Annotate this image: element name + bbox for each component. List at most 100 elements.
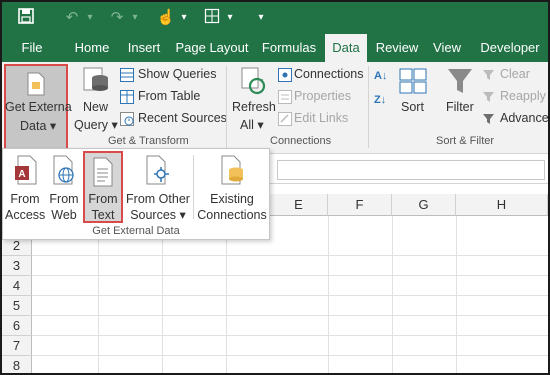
from-table-label: From Table xyxy=(138,89,201,103)
show-queries-label: Show Queries xyxy=(138,67,217,81)
redo-dropdown-icon[interactable]: ▾ xyxy=(129,8,141,28)
borders-icon[interactable] xyxy=(202,8,222,28)
connections-icon xyxy=(278,68,292,82)
new-query-label-2: Query ▾ xyxy=(74,118,118,132)
edit-links-button: Edit Links xyxy=(278,110,362,128)
from-access-label-2: Access xyxy=(5,208,46,222)
sort-filter-group-label: Sort & Filter xyxy=(436,135,495,147)
filter-button[interactable]: Filter xyxy=(442,64,478,134)
get-external-data-label-1: Get Externa xyxy=(5,100,72,114)
gridline xyxy=(32,255,548,256)
gridline xyxy=(32,315,548,316)
formula-input[interactable] xyxy=(277,160,545,180)
row-header-4[interactable]: 4 xyxy=(2,276,32,296)
recent-sources-label: Recent Sources xyxy=(138,111,227,125)
sort-icon xyxy=(399,68,427,97)
reapply-label: Reapply xyxy=(500,89,546,103)
tab-review[interactable]: Review xyxy=(372,34,422,62)
sort-az-button[interactable]: A↓ xyxy=(374,68,394,88)
existing-connections-button[interactable]: Existing Connections xyxy=(197,151,267,223)
text-file-icon xyxy=(92,157,114,191)
properties-button: Properties xyxy=(278,88,362,106)
connections-button[interactable]: Connections xyxy=(278,66,368,84)
recent-sources-icon xyxy=(120,112,134,126)
refresh-all-button[interactable]: Refresh All ▾ xyxy=(230,64,276,134)
show-queries-button[interactable]: Show Queries xyxy=(120,66,220,84)
from-other-sources-label-2: Sources ▾ xyxy=(130,208,186,222)
from-access-button[interactable]: A From Access xyxy=(5,151,45,223)
connections-label: Connections xyxy=(294,67,364,81)
recent-sources-button[interactable]: Recent Sources xyxy=(120,110,227,128)
sort-button[interactable]: Sort xyxy=(396,64,430,134)
from-table-icon xyxy=(120,90,134,104)
touch-dropdown-icon[interactable]: ▾ xyxy=(178,8,190,28)
existing-connections-label-1: Existing xyxy=(210,192,254,206)
row-header-8[interactable]: 8 xyxy=(2,356,32,373)
column-header-g[interactable]: G xyxy=(392,194,456,216)
existing-connections-icon xyxy=(220,155,246,189)
advanced-label: Advanced xyxy=(500,111,549,125)
filter-label: Filter xyxy=(446,100,474,114)
row-header-5[interactable]: 5 xyxy=(2,296,32,316)
from-web-label-2: Web xyxy=(51,208,77,222)
filter-icon xyxy=(446,66,474,99)
clear-filter-icon xyxy=(482,68,496,82)
tab-developer[interactable]: Developer xyxy=(474,34,546,62)
tab-page-layout[interactable]: Page Layout xyxy=(172,34,252,62)
sort-za-button[interactable]: Z↓ xyxy=(374,92,394,112)
column-header-h[interactable]: H xyxy=(456,194,548,216)
sort-label: Sort xyxy=(401,100,424,114)
gridline xyxy=(32,335,548,336)
external-data-icon xyxy=(26,72,46,99)
svg-text:A: A xyxy=(18,169,25,180)
group-separator xyxy=(368,66,369,148)
refresh-all-label-2: All ▾ xyxy=(240,118,264,132)
from-other-sources-button[interactable]: From Other Sources ▾ xyxy=(125,151,191,223)
properties-label: Properties xyxy=(294,89,351,103)
get-external-data-group-label: Get External Data xyxy=(92,225,180,237)
from-web-button[interactable]: From Web xyxy=(47,151,81,223)
borders-dropdown-icon[interactable]: ▾ xyxy=(224,8,236,28)
web-icon xyxy=(52,155,76,189)
get-external-data-label-2: Data ▾ xyxy=(20,119,57,133)
from-text-label-1: From xyxy=(88,192,118,206)
advanced-button[interactable]: Advanced xyxy=(482,110,548,128)
tab-view[interactable]: View xyxy=(427,34,467,62)
tab-file[interactable]: File xyxy=(12,34,52,62)
sort-az-icon: A↓ xyxy=(374,70,388,82)
column-header-f[interactable]: F xyxy=(328,194,392,216)
redo-icon[interactable]: ↷ xyxy=(107,8,127,28)
from-text-button[interactable]: From Text xyxy=(83,151,123,223)
row-header-6[interactable]: 6 xyxy=(2,316,32,336)
tab-formulas[interactable]: Formulas xyxy=(258,34,320,62)
row-header-3[interactable]: 3 xyxy=(2,256,32,276)
from-access-label-1: From xyxy=(10,192,40,206)
reapply-button: Reapply xyxy=(482,88,546,106)
get-external-data-menu: A From Access From Web From Text From Ot… xyxy=(2,148,270,240)
customize-qat-icon[interactable]: ▾ xyxy=(254,8,268,28)
undo-dropdown-icon[interactable]: ▾ xyxy=(84,8,96,28)
save-icon[interactable] xyxy=(16,8,36,28)
quick-access-toolbar: ↶ ▾ ↷ ▾ ☝ ▾ ▾ ▾ xyxy=(2,2,548,34)
access-icon: A xyxy=(14,155,38,189)
tab-home[interactable]: Home xyxy=(68,34,116,62)
gridline xyxy=(32,275,548,276)
menu-separator xyxy=(193,155,194,219)
get-external-data-button[interactable]: Get Externa Data ▾ xyxy=(4,64,72,150)
row-header-7[interactable]: 7 xyxy=(2,336,32,356)
refresh-all-label-1: Refresh xyxy=(232,100,276,114)
undo-icon[interactable]: ↶ xyxy=(62,8,82,28)
sort-za-icon: Z↓ xyxy=(374,94,387,106)
from-text-label-2: Text xyxy=(91,208,115,222)
from-other-sources-label-1: From Other xyxy=(126,192,190,206)
new-query-button[interactable]: New Query ▾ xyxy=(74,64,118,134)
new-query-icon xyxy=(82,66,110,99)
touch-mode-icon[interactable]: ☝ xyxy=(156,8,176,28)
tab-insert[interactable]: Insert xyxy=(122,34,166,62)
from-web-label-1: From xyxy=(49,192,79,206)
advanced-filter-icon xyxy=(482,112,496,126)
column-header-e[interactable]: E xyxy=(270,194,328,216)
new-query-label-1: New xyxy=(83,100,109,114)
tab-data[interactable]: Data xyxy=(325,34,367,62)
from-table-button[interactable]: From Table xyxy=(120,88,220,106)
